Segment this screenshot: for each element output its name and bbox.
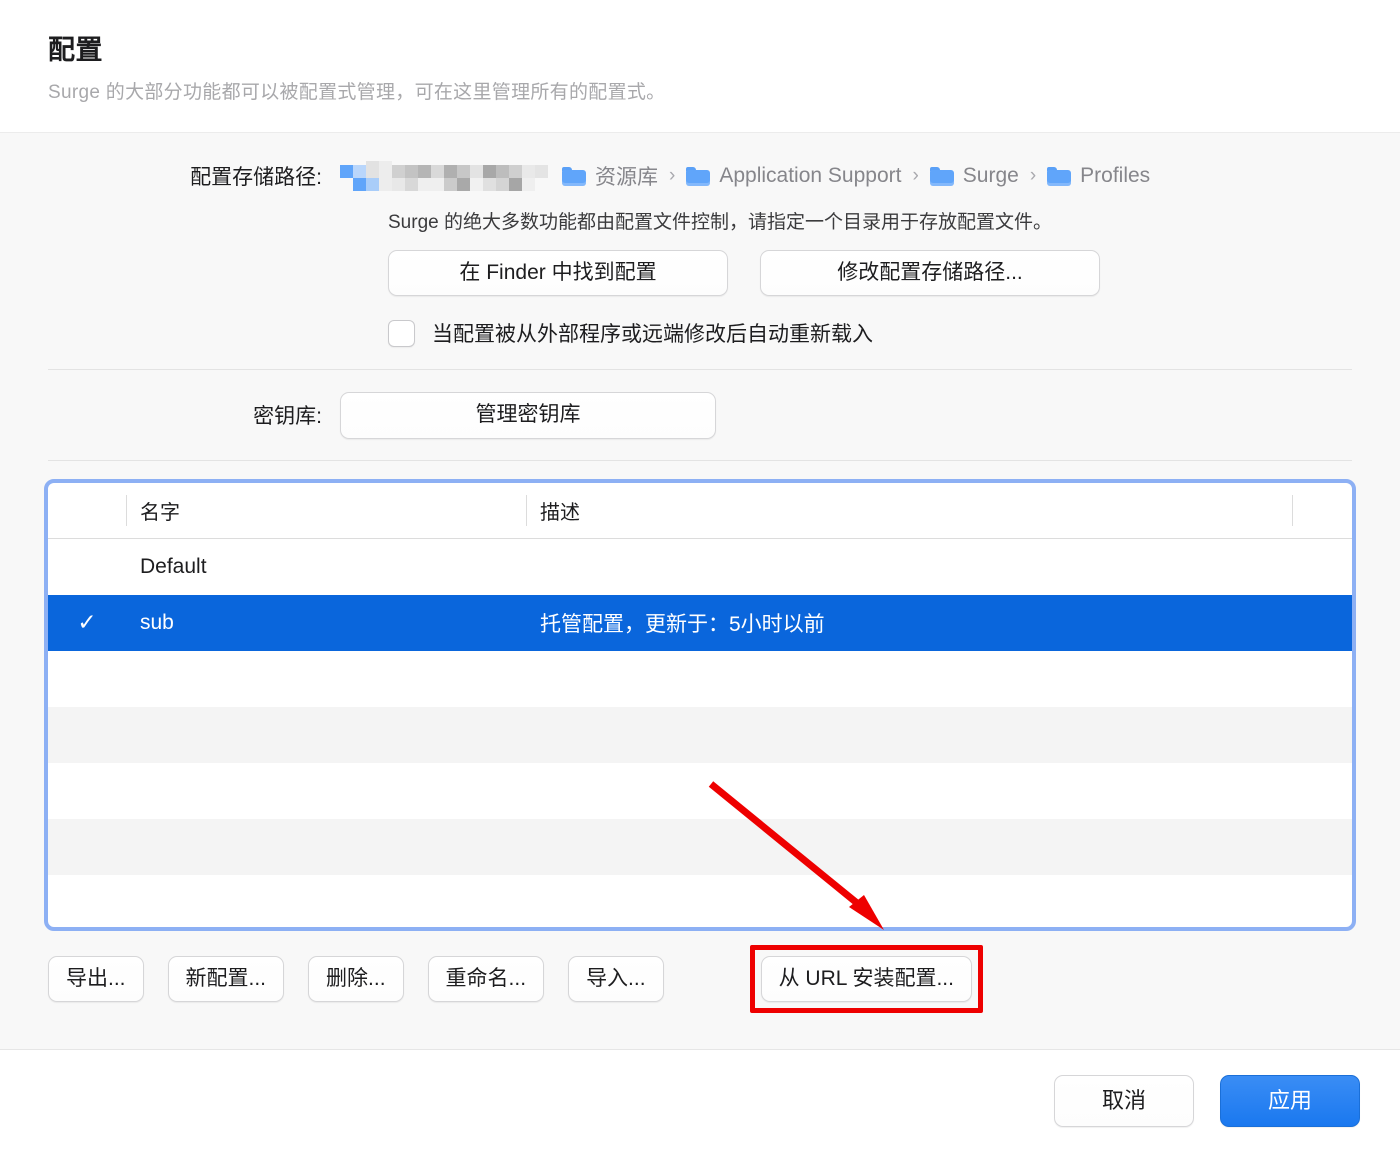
breadcrumb-label: Application Support [719, 164, 902, 187]
column-header-description-label: 描述 [540, 501, 580, 524]
keystore-row: 密钥库: 管理密钥库 [0, 370, 1400, 439]
breadcrumb-separator: › [1029, 165, 1037, 186]
folder-icon [562, 166, 586, 186]
new-profile-button[interactable]: 新配置... [167, 955, 285, 1002]
breadcrumb-separator: › [669, 165, 676, 186]
table-row[interactable] [48, 651, 1352, 707]
table-row[interactable]: ✓ sub 托管配置，更新于：5小时以前 [48, 594, 1352, 651]
row-check-cell[interactable]: ✓ [48, 611, 126, 634]
cancel-button[interactable]: 取消 [1054, 1075, 1194, 1127]
delete-button[interactable]: 删除... [308, 955, 404, 1002]
import-button[interactable]: 导入... [568, 955, 664, 1002]
table-row[interactable] [48, 763, 1352, 819]
install-from-url-highlight: 从 URL 安装配置... [749, 944, 983, 1013]
column-header-name[interactable]: 名字 [126, 483, 526, 538]
table-row[interactable] [48, 875, 1352, 927]
install-from-url-button[interactable]: 从 URL 安装配置... [760, 955, 972, 1002]
row-name-cell: Default [140, 554, 207, 578]
breadcrumb-label: Profiles [1080, 164, 1151, 187]
breadcrumb-item-0[interactable]: 资源库 [562, 161, 658, 191]
configuration-settings-window: 配置 Surge 的大部分功能都可以被配置式管理，可在这里管理所有的配置式。 配… [0, 0, 1400, 1152]
breadcrumb-label: Surge [962, 164, 1019, 187]
column-divider [1292, 494, 1293, 526]
rename-button[interactable]: 重命名... [427, 955, 545, 1002]
profile-path-hint: Surge 的绝大多数功能都由配置文件控制，请指定一个目录用于存放配置文件。 [388, 212, 1052, 233]
table-row[interactable]: Default [48, 539, 1352, 595]
change-path-button[interactable]: 修改配置存储路径... [760, 250, 1100, 297]
breadcrumb-item-3[interactable]: Profiles [1047, 164, 1150, 188]
profiles-table[interactable]: 名字 描述 Default ✓ sub 托管配置，更新于：5小时以前 [44, 478, 1356, 931]
column-header-trailing[interactable] [1292, 483, 1352, 538]
profile-path-label: 配置存储路径: [190, 166, 322, 189]
settings-body: 配置存储路径: 资源库 › Application Support › Surg… [0, 133, 1400, 1049]
auto-reload-checkbox-row[interactable]: 当配置被从外部程序或远端修改后自动重新载入 [0, 318, 1400, 348]
column-header-name-label: 名字 [140, 501, 180, 524]
column-header-description[interactable]: 描述 [526, 483, 1292, 538]
page-subtitle: Surge 的大部分功能都可以被配置式管理，可在这里管理所有的配置式。 [48, 82, 666, 103]
folder-icon [1047, 166, 1072, 186]
profile-path-breadcrumb[interactable]: 资源库 › Application Support › Surge › Prof… [340, 161, 1150, 191]
breadcrumb-item-1[interactable]: Application Support [686, 164, 901, 188]
header-spacer-column [48, 483, 126, 538]
auto-reload-checkbox[interactable] [388, 319, 415, 347]
row-description-cell: 托管配置，更新于：5小时以前 [540, 612, 825, 636]
reveal-in-finder-button[interactable]: 在 Finder 中找到配置 [388, 250, 728, 297]
auto-reload-label: 当配置被从外部程序或远端修改后自动重新载入 [432, 323, 873, 347]
table-row[interactable] [48, 818, 1352, 875]
export-button[interactable]: 导出... [48, 955, 144, 1002]
page-header: 配置 Surge 的大部分功能都可以被配置式管理，可在这里管理所有的配置式。 [0, 0, 1400, 133]
profiles-table-body: Default ✓ sub 托管配置，更新于：5小时以前 [48, 538, 1352, 927]
apply-button[interactable]: 应用 [1220, 1075, 1360, 1127]
dialog-footer: 取消 应用 [0, 1049, 1400, 1152]
profiles-toolbar: 导出... 新配置... 删除... 重命名... 导入... 从 URL 安装… [48, 944, 1352, 1013]
folder-icon [929, 166, 954, 186]
table-row[interactable] [48, 706, 1352, 763]
breadcrumb-label: 资源库 [595, 166, 658, 189]
breadcrumb-item-2[interactable]: Surge [929, 164, 1019, 188]
keystore-label: 密钥库: [253, 405, 322, 429]
section-divider-2 [48, 459, 1352, 461]
column-divider [126, 494, 127, 526]
profile-path-row: 配置存储路径: 资源库 › Application Support › Surg… [0, 133, 1400, 191]
manage-keystore-button[interactable]: 管理密钥库 [340, 392, 716, 439]
column-divider [526, 494, 527, 526]
page-title: 配置 [48, 35, 103, 65]
profiles-table-header: 名字 描述 [48, 482, 1352, 539]
folder-icon [686, 166, 711, 186]
breadcrumb-separator: › [912, 165, 919, 186]
path-buttons-row: 在 Finder 中找到配置 修改配置存储路径... [0, 250, 1400, 297]
redacted-path-segment [340, 161, 548, 191]
row-name-cell: sub [140, 610, 174, 634]
